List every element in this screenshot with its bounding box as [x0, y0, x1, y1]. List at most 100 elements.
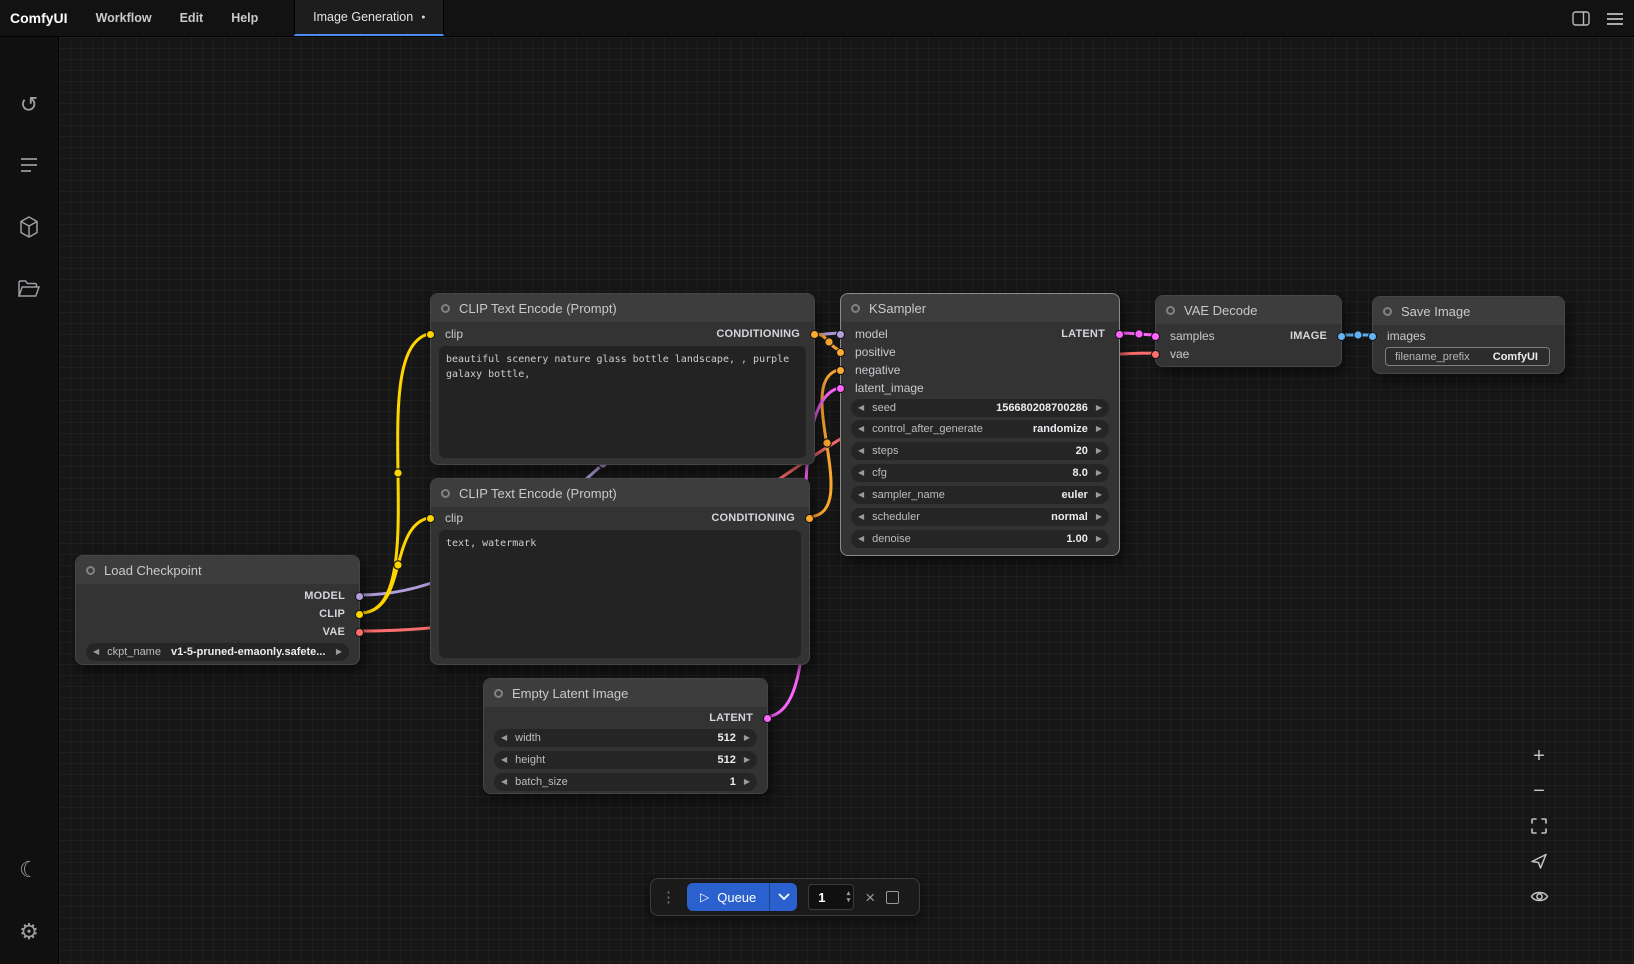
node-header[interactable]: CLIP Text Encode (Prompt)	[431, 479, 809, 507]
select-mode-button[interactable]	[1524, 847, 1554, 875]
widget-control-after-generate[interactable]: ◀ control_after_generate randomize ▶	[851, 420, 1109, 438]
node-save-image[interactable]: Save Image images filename_prefix ComfyU…	[1372, 296, 1565, 374]
prompt-text-area[interactable]: beautiful scenery nature glass bottle la…	[439, 346, 806, 458]
decrement-arrow-icon[interactable]: ◀	[858, 535, 864, 543]
collapse-dot[interactable]	[851, 304, 860, 313]
increment-arrow-icon[interactable]: ▶	[1096, 535, 1102, 543]
collapse-dot[interactable]	[86, 566, 95, 575]
toggle-panel-icon[interactable]	[1572, 10, 1590, 27]
node-ksampler[interactable]: KSampler model LATENT positive negative …	[840, 293, 1120, 556]
widget-cfg[interactable]: ◀ cfg 8.0 ▶	[851, 464, 1109, 482]
decrement-arrow-icon[interactable]: ◀	[858, 491, 864, 499]
sidebar-item-workflows[interactable]	[9, 269, 49, 309]
collapse-dot[interactable]	[1383, 307, 1392, 316]
hamburger-menu-icon[interactable]	[1606, 12, 1624, 26]
node-load-checkpoint[interactable]: Load Checkpoint MODEL CLIP VAE ◀ ckpt_na…	[75, 555, 360, 665]
fit-view-button[interactable]	[1524, 812, 1554, 840]
collapse-dot[interactable]	[494, 689, 503, 698]
decrement-arrow-icon[interactable]: ◀	[501, 756, 507, 764]
node-clip-text-encode-negative[interactable]: CLIP Text Encode (Prompt) clip CONDITION…	[430, 478, 810, 665]
tab-image-generation[interactable]: Image Generation ●	[294, 0, 444, 36]
increment-arrow-icon[interactable]: ▶	[1096, 404, 1102, 412]
output-dot-latent[interactable]	[763, 714, 772, 723]
zoom-in-button[interactable]: +	[1524, 742, 1554, 770]
output-dot-clip[interactable]	[355, 610, 364, 619]
increment-arrow-icon[interactable]: ▶	[336, 648, 342, 656]
sidebar-item-theme-toggle[interactable]: ☾	[9, 850, 49, 890]
node-header[interactable]: Load Checkpoint	[76, 556, 359, 584]
output-dot-model[interactable]	[355, 592, 364, 601]
widget-steps[interactable]: ◀ steps 20 ▶	[851, 442, 1109, 460]
input-dot-vae[interactable]	[1151, 350, 1160, 359]
increment-arrow-icon[interactable]: ▶	[1096, 447, 1102, 455]
input-dot-model[interactable]	[836, 330, 845, 339]
toggle-visibility-button[interactable]	[1524, 882, 1554, 910]
menu-edit[interactable]: Edit	[166, 0, 218, 36]
widget-width[interactable]: ◀ width 512 ▶	[494, 729, 757, 747]
decrement-arrow-icon[interactable]: ◀	[501, 778, 507, 786]
collapse-dot[interactable]	[441, 304, 450, 313]
output-dot-conditioning[interactable]	[805, 514, 814, 523]
queue-options-dropdown[interactable]	[769, 883, 797, 911]
widget-scheduler[interactable]: ◀ scheduler normal ▶	[851, 508, 1109, 526]
zoom-out-button[interactable]: −	[1524, 777, 1554, 805]
decrement-arrow-icon[interactable]: ◀	[858, 404, 864, 412]
input-dot-latent-image[interactable]	[836, 384, 845, 393]
node-header[interactable]: CLIP Text Encode (Prompt)	[431, 294, 814, 322]
sidebar-item-queue[interactable]	[9, 145, 49, 185]
decrement-arrow-icon[interactable]: ◀	[858, 513, 864, 521]
node-header[interactable]: VAE Decode	[1156, 296, 1341, 324]
node-header[interactable]: Save Image	[1373, 297, 1564, 325]
decrement-arrow-icon[interactable]: ◀	[858, 469, 864, 477]
stop-button[interactable]	[886, 891, 899, 904]
widget-denoise[interactable]: ◀ denoise 1.00 ▶	[851, 530, 1109, 548]
decrement-arrow-icon[interactable]: ◀	[858, 425, 864, 433]
menu-workflow[interactable]: Workflow	[82, 0, 166, 36]
output-dot-latent[interactable]	[1115, 330, 1124, 339]
decrement-arrow-icon[interactable]: ◀	[93, 648, 99, 656]
widget-batch-size[interactable]: ◀ batch_size 1 ▶	[494, 773, 757, 791]
input-dot-negative[interactable]	[836, 366, 845, 375]
output-dot-image[interactable]	[1337, 332, 1346, 341]
widget-ckpt-name[interactable]: ◀ ckpt_name v1-5-pruned-emaonly.safete..…	[86, 643, 349, 661]
stepper-up-icon[interactable]: ▴	[847, 890, 851, 897]
menu-help[interactable]: Help	[217, 0, 272, 36]
batch-count-input[interactable]: 1 ▴ ▾	[808, 884, 854, 910]
sidebar-item-history[interactable]: ↺	[9, 85, 49, 125]
input-dot-images[interactable]	[1368, 332, 1377, 341]
output-dot-conditioning[interactable]	[810, 330, 819, 339]
widget-value: 512	[717, 732, 735, 744]
decrement-arrow-icon[interactable]: ◀	[858, 447, 864, 455]
widget-seed[interactable]: ◀ seed 156680208700286 ▶	[851, 399, 1109, 417]
widget-sampler-name[interactable]: ◀ sampler_name euler ▶	[851, 486, 1109, 504]
increment-arrow-icon[interactable]: ▶	[744, 778, 750, 786]
increment-arrow-icon[interactable]: ▶	[744, 756, 750, 764]
drag-handle-icon[interactable]: ⋮	[661, 890, 676, 905]
node-clip-text-encode-positive[interactable]: CLIP Text Encode (Prompt) clip CONDITION…	[430, 293, 815, 465]
collapse-dot[interactable]	[1166, 306, 1175, 315]
widget-height[interactable]: ◀ height 512 ▶	[494, 751, 757, 769]
input-dot-clip[interactable]	[426, 514, 435, 523]
decrement-arrow-icon[interactable]: ◀	[501, 734, 507, 742]
prompt-text-area[interactable]: text, watermark	[439, 530, 801, 658]
node-header[interactable]: KSampler	[841, 294, 1119, 322]
collapse-dot[interactable]	[441, 489, 450, 498]
node-header[interactable]: Empty Latent Image	[484, 679, 767, 707]
increment-arrow-icon[interactable]: ▶	[1096, 513, 1102, 521]
node-vae-decode[interactable]: VAE Decode samples IMAGE vae	[1155, 295, 1342, 367]
widget-filename-prefix[interactable]: filename_prefix ComfyUI	[1385, 347, 1550, 366]
sidebar-item-settings[interactable]: ⚙	[9, 912, 49, 952]
increment-arrow-icon[interactable]: ▶	[744, 734, 750, 742]
increment-arrow-icon[interactable]: ▶	[1096, 469, 1102, 477]
input-dot-positive[interactable]	[836, 348, 845, 357]
increment-arrow-icon[interactable]: ▶	[1096, 491, 1102, 499]
node-empty-latent-image[interactable]: Empty Latent Image LATENT ◀ width 512 ▶ …	[483, 678, 768, 794]
queue-button[interactable]: ▷ Queue	[687, 883, 769, 911]
clear-queue-button[interactable]: ×	[865, 889, 875, 906]
output-dot-vae[interactable]	[355, 628, 364, 637]
stepper-down-icon[interactable]: ▾	[847, 897, 851, 904]
increment-arrow-icon[interactable]: ▶	[1096, 425, 1102, 433]
input-dot-clip[interactable]	[426, 330, 435, 339]
input-dot-samples[interactable]	[1151, 332, 1160, 341]
sidebar-item-model-library[interactable]	[9, 207, 49, 247]
